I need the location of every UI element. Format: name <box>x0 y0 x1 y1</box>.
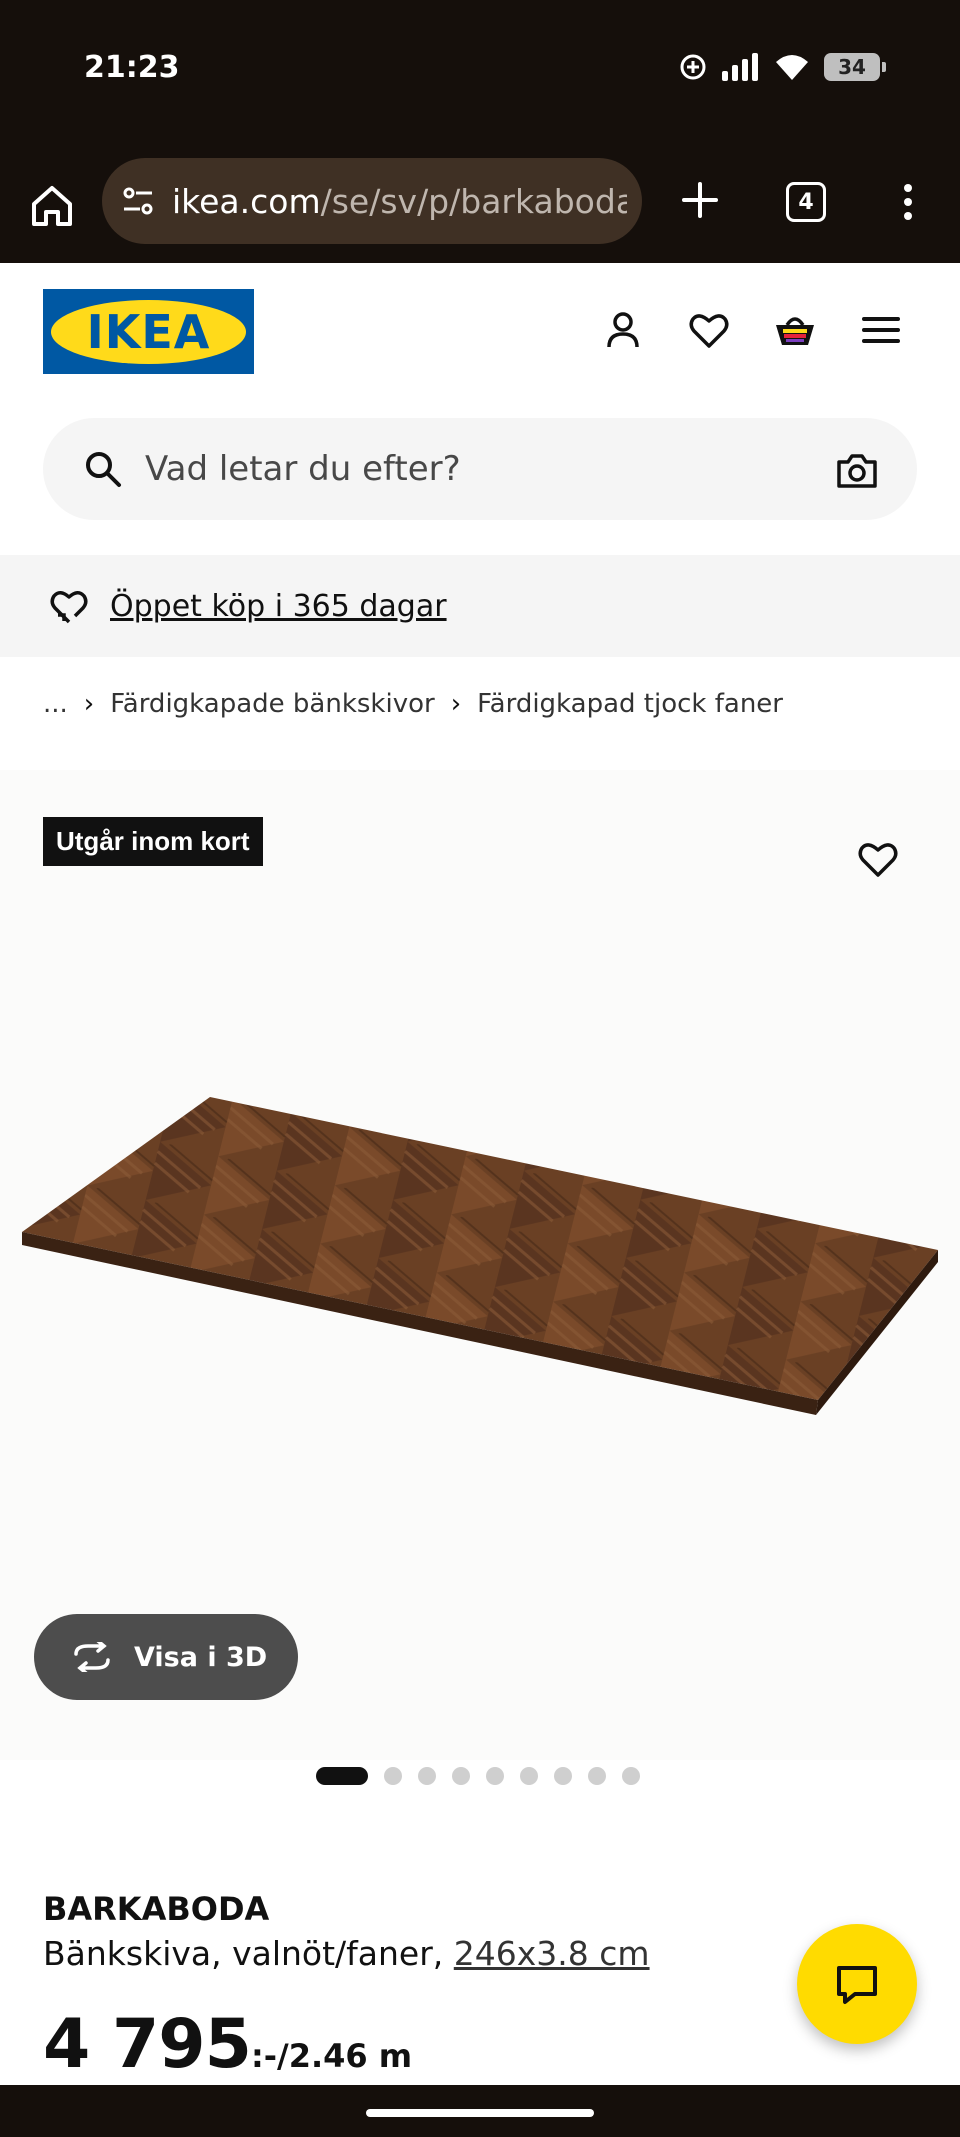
hamburger-menu-icon[interactable] <box>858 307 904 353</box>
view-in-3d-button[interactable]: Visa i 3D <box>34 1614 298 1700</box>
price-value: 4 795 <box>43 2005 252 2084</box>
pagination-dot[interactable] <box>486 1767 504 1785</box>
gesture-handle[interactable] <box>366 2109 594 2117</box>
header-actions <box>600 307 904 353</box>
product-type: Bänkskiva, valnöt/faner, <box>43 1934 454 1973</box>
promo-link[interactable]: Öppet köp i 365 dagar <box>110 589 447 624</box>
site-header: IKEA <box>0 263 960 403</box>
home-icon[interactable] <box>24 178 80 234</box>
chat-icon <box>837 1966 877 2004</box>
new-tab-icon[interactable] <box>672 172 728 228</box>
url-path: /se/sv/p/barkaboda- <box>320 181 627 221</box>
pagination-dot[interactable] <box>452 1767 470 1785</box>
wifi-icon <box>776 55 808 80</box>
tab-count-button[interactable]: 4 <box>786 182 826 222</box>
shopping-bag-icon[interactable] <box>772 307 818 353</box>
product-name: BARKABODA <box>43 1890 270 1928</box>
pagination-dot[interactable] <box>520 1767 538 1785</box>
url-domain: ikea.com <box>172 181 321 221</box>
chevron-right-icon: › <box>83 689 95 719</box>
pagination-dot[interactable] <box>384 1767 402 1785</box>
browser-chrome: 21:23 34 ikea.com/se/sv/p/barkaboda- 4 <box>0 0 960 263</box>
status-time: 21:23 <box>84 50 180 85</box>
battery-indicator: 34 <box>824 53 886 81</box>
url-text: ikea.com/se/sv/p/barkaboda- <box>172 182 627 221</box>
pagination-dot[interactable] <box>622 1767 640 1785</box>
account-icon[interactable] <box>600 307 646 353</box>
site-settings-icon[interactable] <box>120 183 156 219</box>
chat-button[interactable] <box>797 1924 917 2044</box>
more-vert-icon[interactable] <box>890 174 926 230</box>
return-heart-icon <box>50 591 88 624</box>
pagination-dot[interactable] <box>588 1767 606 1785</box>
pagination-dot[interactable] <box>554 1767 572 1785</box>
breadcrumb-item[interactable]: Färdigkapade bänkskivor <box>110 689 434 719</box>
promo-banner: Öppet köp i 365 dagar <box>0 555 960 657</box>
signal-icon <box>722 53 758 81</box>
status-badge: Utgår inom kort <box>43 817 263 866</box>
rotate-3d-icon <box>74 1642 110 1672</box>
add-to-favourites-icon[interactable] <box>856 837 900 881</box>
price-unit: :-/2.46 m <box>250 2037 413 2075</box>
logo-text: IKEA <box>86 304 211 359</box>
product-gallery[interactable]: Utgår inom kort Visa i 3D <box>0 770 960 1760</box>
system-nav-bar <box>0 2085 960 2137</box>
product-price: 4 795 :-/2.46 m <box>43 2005 412 2084</box>
pagination-dot-active[interactable] <box>316 1767 368 1785</box>
search-bar <box>43 418 917 520</box>
product-image <box>22 1097 938 1415</box>
favourites-icon[interactable] <box>686 307 732 353</box>
product-description: Bänkskiva, valnöt/faner, 246x3.8 cm <box>43 1934 650 1973</box>
breadcrumb-ellipsis[interactable]: ... <box>43 689 68 719</box>
chevron-right-icon: › <box>450 689 462 719</box>
browser-toolbar: ikea.com/se/sv/p/barkaboda- 4 <box>0 158 960 248</box>
alarm-icon <box>680 54 706 80</box>
ikea-logo[interactable]: IKEA <box>43 289 254 374</box>
gallery-pagination <box>316 1767 640 1785</box>
camera-search-icon[interactable] <box>835 448 879 492</box>
address-bar[interactable]: ikea.com/se/sv/p/barkaboda- <box>102 158 642 244</box>
status-icons: 34 <box>678 52 886 82</box>
breadcrumb-item[interactable]: Färdigkapad tjock faner <box>477 689 783 719</box>
view-in-3d-label: Visa i 3D <box>134 1641 268 1673</box>
pagination-dot[interactable] <box>418 1767 436 1785</box>
breadcrumb: ... › Färdigkapade bänkskivor › Färdigka… <box>43 684 783 724</box>
logo-oval: IKEA <box>51 299 246 364</box>
search-icon[interactable] <box>83 449 123 489</box>
search-input[interactable] <box>145 449 805 489</box>
product-size-link[interactable]: 246x3.8 cm <box>454 1934 650 1973</box>
